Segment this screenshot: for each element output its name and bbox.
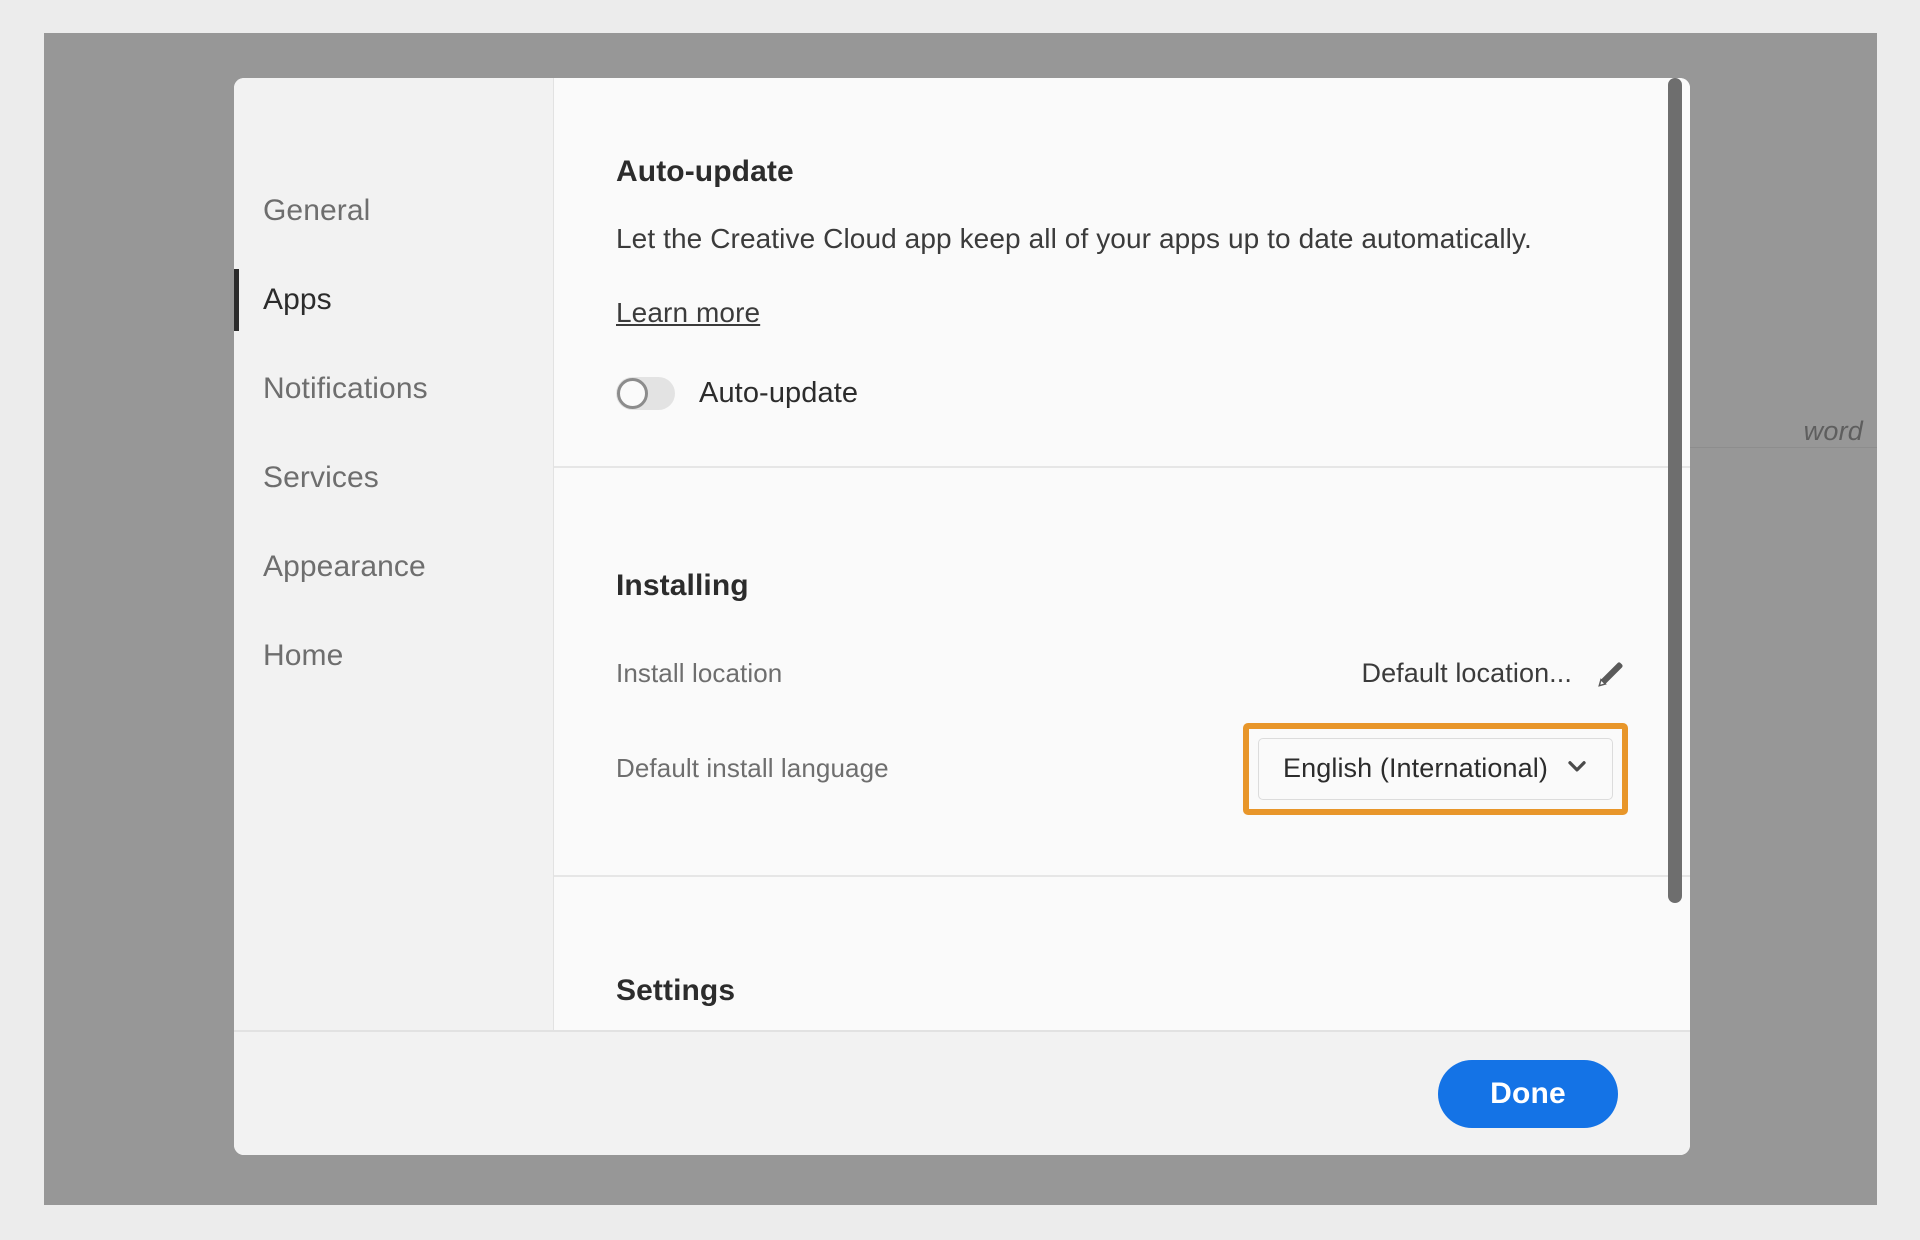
preferences-content: Auto-update Let the Creative Cloud app k… — [554, 78, 1690, 1030]
sidebar-item-label: General — [263, 193, 371, 227]
sidebar-item-label: Notifications — [263, 371, 428, 405]
preferences-sidebar: General Apps Notifications Services Appe… — [234, 78, 554, 1030]
sidebar-item-appearance[interactable]: Appearance — [234, 522, 553, 611]
install-language-dropdown[interactable]: English (International) — [1258, 737, 1613, 800]
auto-update-description: Let the Creative Cloud app keep all of y… — [616, 222, 1532, 254]
toggle-knob — [617, 377, 648, 409]
section-title-installing: Installing — [616, 568, 749, 602]
sidebar-item-apps[interactable]: Apps — [234, 255, 553, 344]
sidebar-item-notifications[interactable]: Notifications — [234, 344, 553, 433]
dialog-body: General Apps Notifications Services Appe… — [234, 78, 1690, 1030]
install-language-row: Default install language English (Intern… — [616, 722, 1628, 815]
install-location-value: Default location... — [1361, 658, 1572, 689]
preferences-dialog: General Apps Notifications Services Appe… — [234, 78, 1690, 1155]
section-title-settings: Settings — [616, 973, 736, 1007]
auto-update-toggle-row: Auto-update — [616, 376, 1628, 410]
section-auto-update: Auto-update Let the Creative Cloud app k… — [554, 78, 1690, 468]
highlight-box: English (International) — [1243, 722, 1628, 815]
install-location-row: Install location Default location... — [616, 657, 1628, 691]
done-button[interactable]: Done — [1438, 1059, 1618, 1128]
install-location-label: Install location — [616, 658, 783, 689]
install-location-value-group: Default location... — [1361, 657, 1628, 691]
active-indicator — [234, 268, 239, 331]
section-title-auto-update: Auto-update — [616, 154, 794, 188]
sidebar-item-label: Apps — [263, 282, 332, 316]
sidebar-item-label: Services — [263, 460, 379, 494]
section-installing: Installing Install location Default loca… — [554, 468, 1690, 877]
chevron-down-icon — [1564, 753, 1590, 784]
auto-update-toggle[interactable] — [616, 376, 675, 410]
pencil-icon[interactable] — [1594, 657, 1628, 691]
sidebar-item-label: Appearance — [263, 549, 426, 583]
sidebar-item-home[interactable]: Home — [234, 611, 553, 700]
section-settings: Settings — [554, 877, 1690, 1030]
sidebar-item-label: Home — [263, 638, 344, 672]
dialog-footer: Done — [234, 1030, 1690, 1155]
install-language-label: Default install language — [616, 753, 889, 784]
background-text-fragment: word — [1803, 416, 1863, 446]
content-scrollbar[interactable] — [1668, 78, 1682, 903]
learn-more-link[interactable]: Learn more — [616, 297, 760, 329]
auto-update-toggle-label: Auto-update — [699, 376, 859, 409]
sidebar-item-services[interactable]: Services — [234, 433, 553, 522]
sidebar-item-general[interactable]: General — [234, 166, 553, 255]
install-language-selected-value: English (International) — [1283, 753, 1548, 784]
